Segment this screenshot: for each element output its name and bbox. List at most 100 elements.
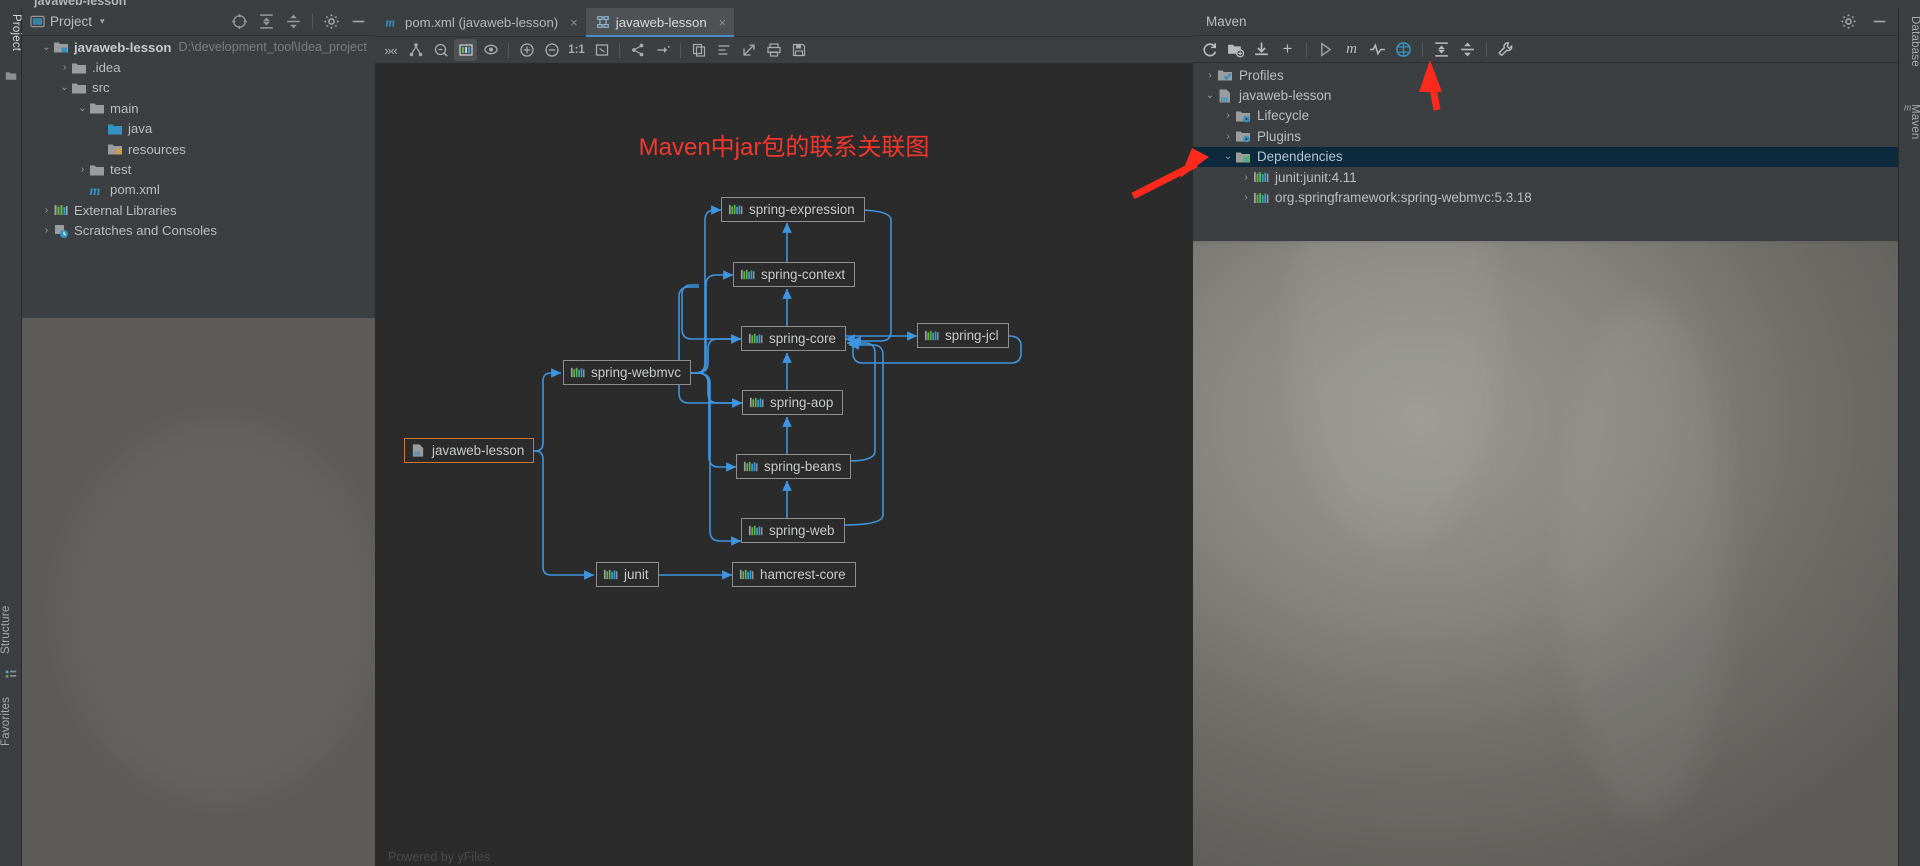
tree-row[interactable]: › test xyxy=(22,159,375,179)
tree-row[interactable]: ⌄ src xyxy=(22,78,375,98)
download-sources-icon[interactable] xyxy=(1250,38,1273,60)
tree-row[interactable]: java xyxy=(22,119,375,139)
tree-row[interactable]: › External Libraries xyxy=(22,200,375,220)
tree-row[interactable]: resources xyxy=(22,139,375,159)
diagram-node-hamcrest-core[interactable]: hamcrest-core xyxy=(732,562,856,587)
diagram-node-spring-aop[interactable]: spring-aop xyxy=(742,390,844,415)
preview-icon[interactable] xyxy=(479,39,502,61)
chevron-right-icon[interactable]: › xyxy=(40,205,53,216)
layout-tree-icon[interactable] xyxy=(404,39,427,61)
maven-tree-label: Profiles xyxy=(1239,67,1284,83)
print-icon[interactable] xyxy=(762,39,785,61)
chevron-down-icon[interactable]: ⌄ xyxy=(76,103,89,114)
hide-icon[interactable] xyxy=(350,13,367,30)
tree-row[interactable]: › .idea xyxy=(22,57,375,77)
toggle-skip-tests-icon[interactable] xyxy=(1366,38,1389,60)
toggle-offline-icon[interactable] xyxy=(1392,38,1415,60)
tree-row[interactable]: ⌄ main xyxy=(22,98,375,118)
tool-tab-structure[interactable]: Structure xyxy=(0,578,22,658)
share-icon[interactable] xyxy=(626,39,649,61)
zoom-out-icon[interactable] xyxy=(540,39,563,61)
run-icon[interactable] xyxy=(1314,38,1337,60)
execute-maven-goal-icon[interactable]: m xyxy=(1340,38,1363,60)
expand-collapse-icon[interactable]: »« xyxy=(379,39,402,61)
chevron-right-icon[interactable]: › xyxy=(58,62,71,73)
tool-tab-database[interactable]: Database xyxy=(1899,12,1920,82)
diagram-node-junit[interactable]: junit xyxy=(596,562,659,587)
expand-all-icon[interactable] xyxy=(1430,38,1453,60)
svg-text:m: m xyxy=(1904,103,1912,114)
tree-row[interactable]: › Scratches and Consoles xyxy=(22,221,375,241)
maven-panel-title: Maven xyxy=(1206,14,1247,29)
chevron-right-icon[interactable]: › xyxy=(1203,70,1217,81)
library-icon xyxy=(728,204,743,215)
collapse-all-icon[interactable] xyxy=(1456,38,1479,60)
maven-tree-label: Plugins xyxy=(1257,128,1301,144)
maven-pom-icon: m xyxy=(90,184,101,198)
editor-tab-pom[interactable]: m pom.xml (javaweb-lesson) × xyxy=(375,8,586,36)
editor-tab-diagram[interactable]: javaweb-lesson × xyxy=(585,8,735,37)
maven-tree-row-plugins[interactable]: › Plugins xyxy=(1193,126,1898,146)
diagram-node-spring-expression[interactable]: spring-expression xyxy=(721,197,865,222)
tree-label: Scratches and Consoles xyxy=(74,223,217,239)
chevron-down-icon[interactable]: ⌄ xyxy=(58,82,71,93)
chevron-down-icon[interactable]: ⌄ xyxy=(1203,90,1217,101)
close-icon[interactable]: × xyxy=(719,15,727,30)
tool-tab-favorites[interactable]: Favorites xyxy=(0,668,22,750)
diagram-node-spring-web[interactable]: spring-web xyxy=(741,518,845,543)
add-icon[interactable]: + xyxy=(1276,38,1299,60)
locate-icon[interactable] xyxy=(231,13,248,30)
chevron-right-icon[interactable]: › xyxy=(40,225,53,236)
add-maven-project-icon[interactable] xyxy=(1224,38,1247,60)
tree-row[interactable]: m pom.xml xyxy=(22,180,375,200)
show-structure-icon[interactable] xyxy=(454,39,477,61)
maven-tree-row-dependencies[interactable]: ⌄ Dependencies xyxy=(1193,146,1898,167)
close-icon[interactable]: × xyxy=(570,15,578,30)
maven-tree-row-profiles[interactable]: › Profiles xyxy=(1193,65,1898,85)
maven-projects-tree[interactable]: › Profiles ⌄ m javaweb-lesson › Lifecycl… xyxy=(1193,65,1898,208)
diagram-node-javaweb-lesson[interactable]: m javaweb-lesson xyxy=(404,438,535,463)
diagram-node-spring-webmvc[interactable]: spring-webmvc xyxy=(563,360,692,385)
save-icon[interactable] xyxy=(787,39,810,61)
open-in-editor-icon[interactable] xyxy=(737,39,760,61)
chevron-down-icon[interactable]: ⌄ xyxy=(40,42,53,53)
source-folder-icon xyxy=(108,124,122,135)
chevron-down-icon[interactable]: ▾ xyxy=(100,16,105,27)
diagram-node-spring-context[interactable]: spring-context xyxy=(733,262,856,287)
chevron-right-icon[interactable]: › xyxy=(1221,110,1235,121)
maven-tree-row-junit[interactable]: › junit:junit:4.11 xyxy=(1193,167,1898,187)
copy-icon[interactable] xyxy=(687,39,710,61)
diagram-node-spring-beans[interactable]: spring-beans xyxy=(736,454,852,479)
gear-icon[interactable] xyxy=(323,13,340,30)
expand-all-icon[interactable] xyxy=(258,13,275,30)
node-label: spring-web xyxy=(769,523,835,538)
collapse-all-icon[interactable] xyxy=(285,13,302,30)
hide-icon[interactable] xyxy=(1871,13,1888,30)
gear-icon[interactable] xyxy=(1840,13,1857,30)
chevron-right-icon[interactable]: › xyxy=(1239,172,1253,183)
maven-tree-label: Lifecycle xyxy=(1257,108,1310,124)
maven-tree-label: junit:junit:4.11 xyxy=(1275,169,1357,185)
fit-to-window-icon[interactable] xyxy=(590,39,613,61)
actual-size-icon[interactable]: 1:1 xyxy=(565,39,588,61)
chevron-right-icon[interactable]: › xyxy=(1221,131,1235,142)
chevron-right-icon[interactable]: › xyxy=(1239,192,1253,203)
tree-label: pom.xml xyxy=(110,182,160,198)
tree-row[interactable]: ⌄ javaweb-lesson D:\development_tool\Ide… xyxy=(22,37,375,57)
chevron-right-icon[interactable]: › xyxy=(76,164,89,175)
fit-content-icon[interactable] xyxy=(429,39,452,61)
zoom-in-icon[interactable] xyxy=(515,39,538,61)
reload-all-projects-icon[interactable] xyxy=(1198,38,1221,60)
tool-tab-project[interactable]: Project xyxy=(0,10,22,51)
maven-settings-icon[interactable] xyxy=(1494,38,1517,60)
diagram-node-spring-core[interactable]: spring-core xyxy=(741,326,846,351)
diagram-canvas[interactable]: Maven中jar包的联系关联图 m javaweb-lesson spring… xyxy=(375,63,1193,866)
jump-to-source-icon[interactable] xyxy=(651,39,674,61)
diagram-node-spring-jcl[interactable]: spring-jcl xyxy=(917,323,1009,348)
project-tree[interactable]: ⌄ javaweb-lesson D:\development_tool\Ide… xyxy=(22,37,375,241)
chevron-down-icon[interactable]: ⌄ xyxy=(1221,151,1235,162)
maven-tree-row-spring-webmvc[interactable]: › org.springframework:spring-webmvc:5.3.… xyxy=(1193,187,1898,207)
maven-tree-row-project[interactable]: ⌄ m javaweb-lesson xyxy=(1193,85,1898,105)
maven-tree-row-lifecycle[interactable]: › Lifecycle xyxy=(1193,106,1898,126)
align-icon[interactable] xyxy=(712,39,735,61)
